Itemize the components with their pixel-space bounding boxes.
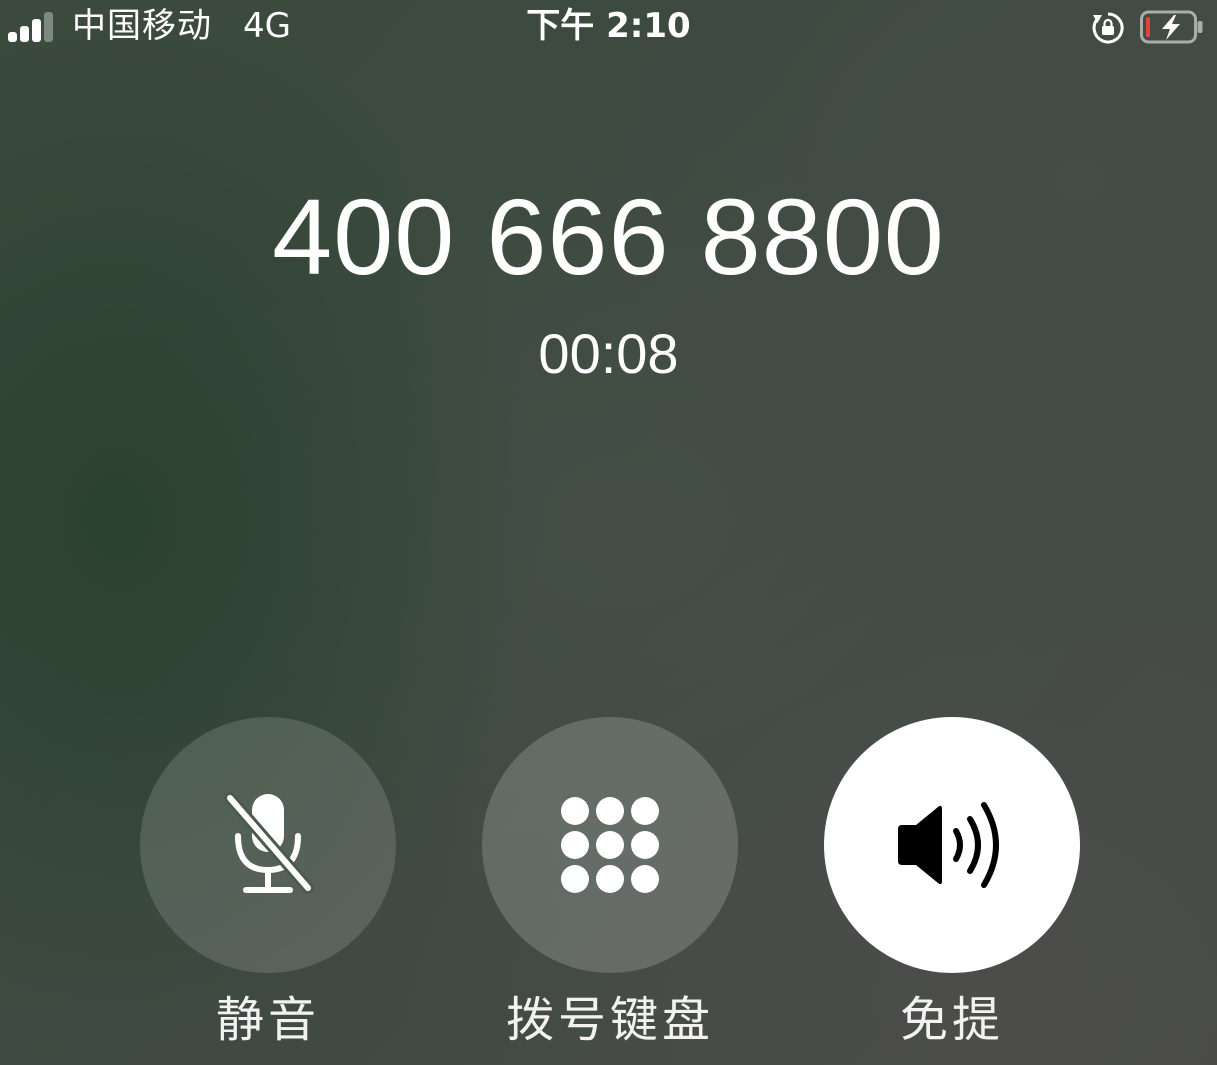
battery-charging-icon bbox=[1140, 10, 1203, 44]
keypad-button[interactable] bbox=[482, 717, 738, 973]
status-bar: 中国移动 4G 下午 2:10 bbox=[0, 0, 1217, 56]
speaker-control: 免提 bbox=[824, 717, 1080, 1057]
mute-control: 静音 bbox=[140, 717, 396, 1057]
speaker-button[interactable] bbox=[824, 717, 1080, 973]
keypad-control: 拨号键盘 bbox=[482, 717, 738, 1057]
call-duration: 00:08 bbox=[538, 322, 679, 385]
mute-label: 静音 bbox=[215, 992, 320, 1048]
keypad-label: 拨号键盘 bbox=[505, 992, 714, 1048]
caller-number: 400 666 8800 bbox=[272, 176, 945, 297]
speaker-icon bbox=[898, 802, 999, 888]
status-time: 下午 2:10 bbox=[526, 6, 691, 46]
speaker-label: 免提 bbox=[899, 992, 1004, 1048]
keypad-icon bbox=[561, 797, 659, 893]
mute-button[interactable] bbox=[140, 717, 396, 973]
orientation-lock-icon bbox=[1092, 12, 1124, 44]
mic-slash-icon bbox=[224, 792, 314, 894]
